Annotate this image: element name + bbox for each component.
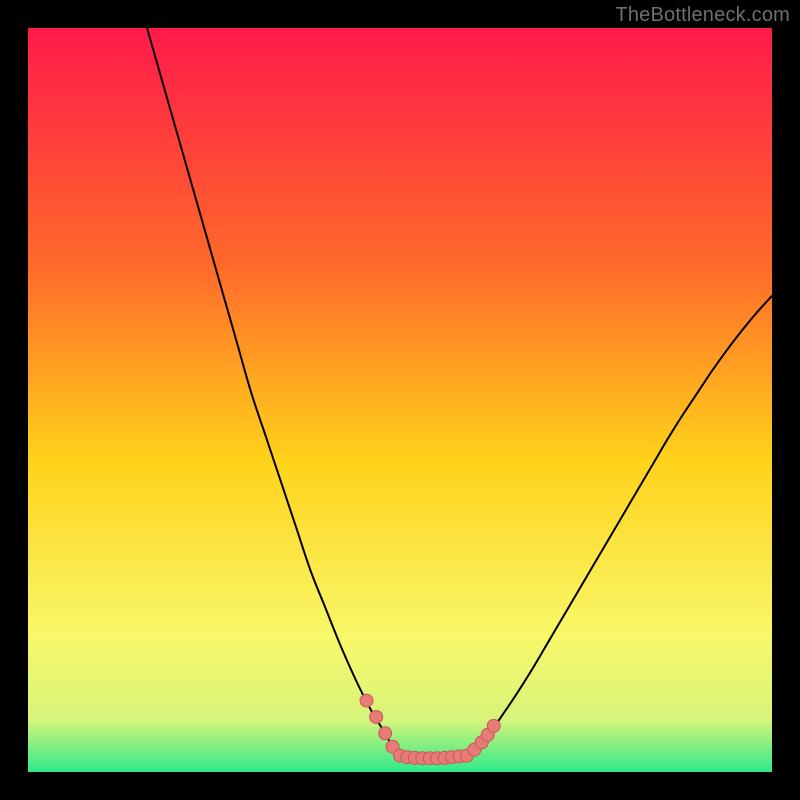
plot-area (28, 28, 772, 772)
highlight-dot (370, 710, 383, 723)
highlight-dot (487, 719, 500, 732)
gradient-background (28, 28, 772, 772)
watermark-text: TheBottleneck.com (615, 4, 790, 27)
outer-frame: TheBottleneck.com (0, 0, 800, 800)
highlight-dot (360, 694, 373, 707)
chart-svg (28, 28, 772, 772)
highlight-dot (379, 727, 392, 740)
